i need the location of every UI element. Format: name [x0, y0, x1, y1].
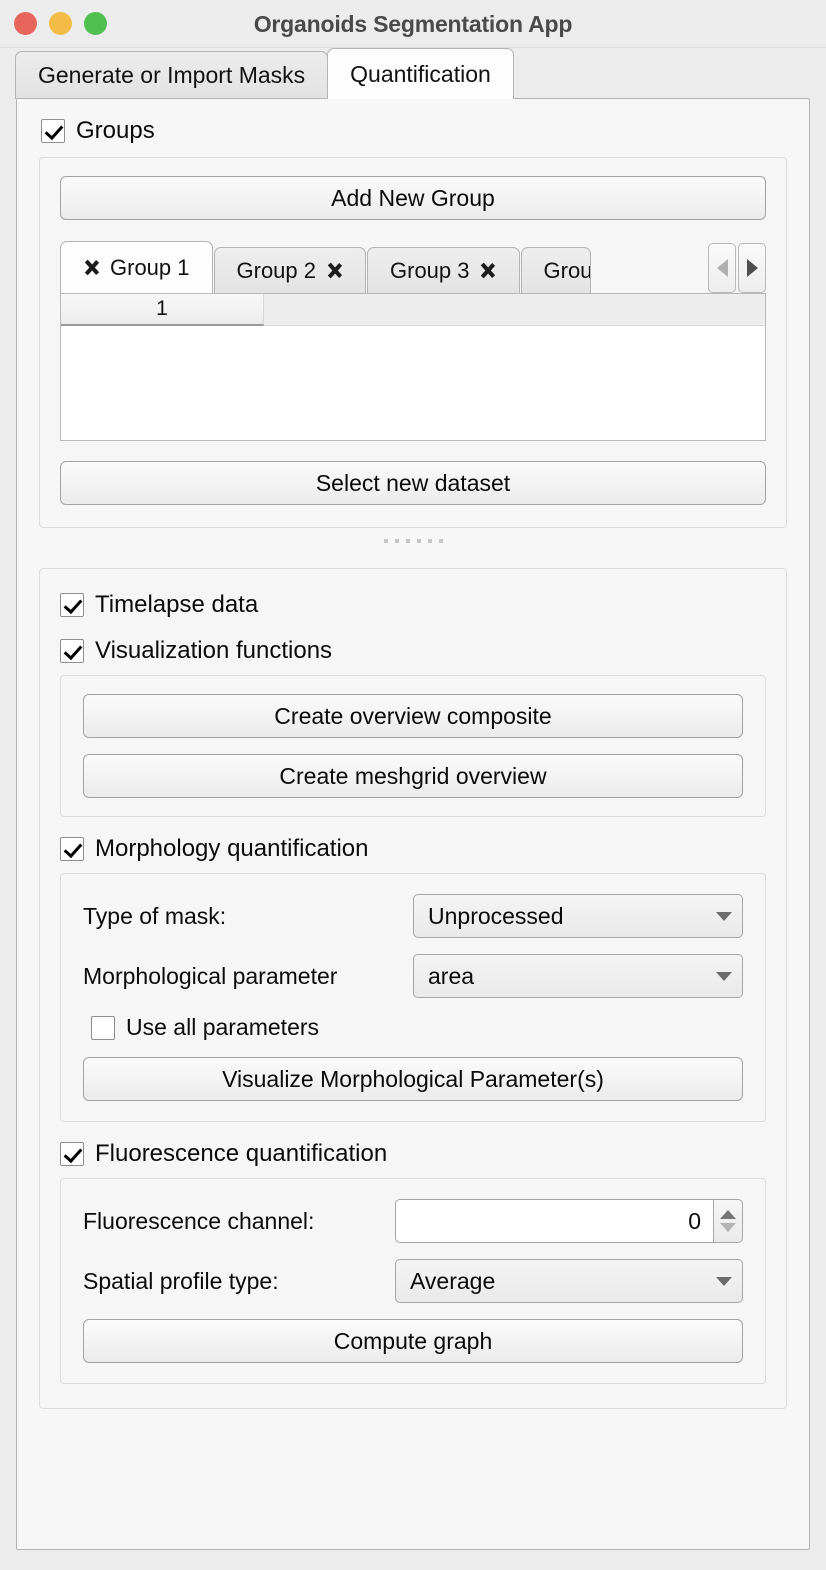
- fluorescence-checkbox[interactable]: [60, 1142, 84, 1166]
- morphology-groupbox: Type of mask: Unprocessed Morphological …: [60, 873, 766, 1122]
- splitter-dot: [427, 539, 432, 543]
- fluorescence-channel-row: Fluorescence channel: 0: [83, 1199, 743, 1243]
- group-tab-1-label: Group 1: [110, 254, 190, 280]
- morphological-parameter-row: Morphological parameter area: [83, 954, 743, 998]
- morphology-checkbox[interactable]: [60, 837, 84, 861]
- close-group-2-icon[interactable]: [326, 262, 343, 279]
- fluorescence-checkbox-row[interactable]: Fluorescence quantification: [60, 1140, 766, 1168]
- panel-splitter[interactable]: [31, 528, 795, 554]
- group-tab-3-label: Group 3: [390, 257, 470, 283]
- fluorescence-label: Fluorescence quantification: [95, 1140, 388, 1167]
- splitter-dot: [383, 539, 388, 543]
- window-title: Organoids Segmentation App: [253, 11, 573, 37]
- use-all-parameters-row[interactable]: Use all parameters: [91, 1014, 743, 1041]
- group-tab-4-label: Grou: [543, 257, 591, 283]
- group-tab-1[interactable]: Group 1: [60, 241, 213, 293]
- visualization-checkbox-row[interactable]: Visualization functions: [60, 637, 766, 665]
- quantification-options-groupbox: Timelapse data Visualization functions C…: [39, 568, 787, 1409]
- timelapse-label: Timelapse data: [95, 591, 259, 618]
- morphology-checkbox-row[interactable]: Morphology quantification: [60, 835, 766, 863]
- chevron-down-icon: [716, 911, 732, 921]
- compute-graph-button[interactable]: Compute graph: [83, 1319, 743, 1363]
- groups-label: Groups: [76, 117, 155, 144]
- morphological-parameter-select[interactable]: area: [413, 954, 743, 998]
- quantification-panel: Groups Add New Group Group 1 Group 2 Gro…: [16, 98, 810, 1550]
- fluorescence-channel-input[interactable]: 0: [395, 1199, 713, 1243]
- groups-checkbox-row[interactable]: Groups: [41, 117, 795, 145]
- dataset-table-header: 1: [61, 294, 765, 326]
- group-tab-next-button[interactable]: [738, 243, 766, 293]
- create-meshgrid-overview-button[interactable]: Create meshgrid overview: [83, 754, 743, 798]
- chevron-down-icon: [716, 971, 732, 981]
- mask-type-value: Unprocessed: [428, 902, 564, 929]
- group-tab-prev-button[interactable]: [708, 243, 736, 293]
- spatial-profile-select[interactable]: Average: [395, 1259, 743, 1303]
- splitter-dot: [394, 539, 399, 543]
- fluorescence-groupbox: Fluorescence channel: 0 Spatial profile …: [60, 1178, 766, 1384]
- dataset-table-column-1[interactable]: 1: [61, 294, 264, 326]
- chevron-right-icon: [746, 259, 758, 277]
- spatial-profile-row: Spatial profile type: Average: [83, 1259, 743, 1303]
- window-titlebar: Organoids Segmentation App: [0, 0, 826, 48]
- chevron-down-icon: [716, 1276, 732, 1286]
- morphological-parameter-label: Morphological parameter: [83, 962, 338, 989]
- group-tab-list: Group 1 Group 2 Group 3 Grou: [60, 241, 708, 293]
- fluorescence-channel-label: Fluorescence channel:: [83, 1207, 315, 1234]
- main-tab-bar: Generate or Import Masks Quantification: [0, 48, 826, 99]
- fluorescence-channel-stepper-buttons[interactable]: [713, 1199, 743, 1243]
- spatial-profile-value: Average: [410, 1267, 496, 1294]
- timelapse-checkbox[interactable]: [60, 593, 84, 617]
- timelapse-checkbox-row[interactable]: Timelapse data: [60, 591, 766, 619]
- group-tab-4[interactable]: Grou: [520, 247, 591, 293]
- groups-groupbox: Add New Group Group 1 Group 2 Group 3 Gr…: [39, 157, 787, 528]
- fluorescence-channel-stepper[interactable]: 0: [395, 1199, 743, 1243]
- mask-type-row: Type of mask: Unprocessed: [83, 894, 743, 938]
- close-group-3-icon[interactable]: [480, 262, 497, 279]
- splitter-dot: [416, 539, 421, 543]
- spatial-profile-label: Spatial profile type:: [83, 1267, 279, 1294]
- morphological-parameter-value: area: [428, 962, 475, 989]
- mask-type-select[interactable]: Unprocessed: [413, 894, 743, 938]
- stepper-down-icon[interactable]: [720, 1223, 736, 1232]
- select-new-dataset-button[interactable]: Select new dataset: [60, 461, 766, 505]
- group-tab-3[interactable]: Group 3: [367, 247, 520, 293]
- mask-type-label: Type of mask:: [83, 902, 227, 929]
- dataset-table-body[interactable]: [61, 326, 765, 440]
- use-all-parameters-checkbox[interactable]: [91, 1015, 115, 1040]
- group-tab-2-label: Group 2: [236, 257, 317, 283]
- add-new-group-button[interactable]: Add New Group: [60, 176, 766, 220]
- tab-quantification[interactable]: Quantification: [327, 48, 514, 99]
- group-tab-nav: [708, 243, 766, 293]
- splitter-dot: [438, 539, 443, 543]
- dataset-table[interactable]: 1: [60, 293, 766, 441]
- morphology-label: Morphology quantification: [95, 835, 369, 862]
- tab-generate-or-import-masks[interactable]: Generate or Import Masks: [15, 51, 329, 99]
- chevron-left-icon: [716, 259, 728, 277]
- visualize-morphological-parameters-button[interactable]: Visualize Morphological Parameter(s): [83, 1057, 743, 1101]
- groups-checkbox[interactable]: [41, 119, 65, 143]
- group-tab-2[interactable]: Group 2: [213, 247, 366, 293]
- visualization-label: Visualization functions: [95, 637, 333, 664]
- visualization-groupbox: Create overview composite Create meshgri…: [60, 675, 766, 817]
- splitter-dot: [405, 539, 410, 543]
- use-all-parameters-label: Use all parameters: [126, 1014, 320, 1040]
- stepper-up-icon[interactable]: [720, 1210, 736, 1219]
- create-overview-composite-button[interactable]: Create overview composite: [83, 694, 743, 738]
- group-tab-bar: Group 1 Group 2 Group 3 Grou: [60, 241, 766, 293]
- visualization-checkbox[interactable]: [60, 639, 84, 663]
- dataset-table-header-filler: [264, 294, 765, 326]
- close-group-1-icon[interactable]: [83, 259, 100, 276]
